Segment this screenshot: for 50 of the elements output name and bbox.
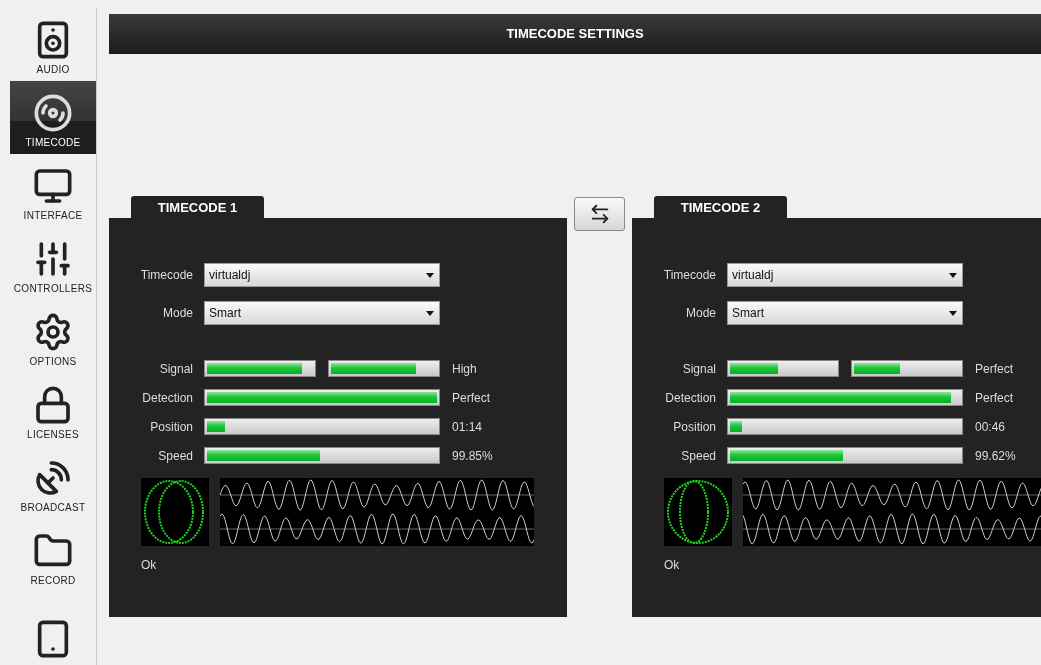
dropdown[interactable]: Smart [727,301,963,325]
sidebar-item[interactable]: OPTIONS [10,300,96,373]
field-label: Mode [684,306,717,320]
sidebar-item[interactable]: INTERFACE [10,154,96,227]
sidebar-icon [33,93,73,133]
meter-reading: 99.85% [452,448,493,463]
sidebar-icon [33,312,73,352]
field-label: Timecode [662,268,717,282]
sidebar-item[interactable]: RECORD [10,519,96,592]
meter-label: Detection [664,390,717,405]
header-title: TIMECODE SETTINGS [506,26,644,41]
meter-reading: Perfect [975,361,1013,376]
caret-icon [949,272,957,278]
sidebar-item[interactable]: AUDIO [10,8,96,81]
field-label: Timecode [139,268,194,282]
meter-reading: 99.62% [975,448,1016,463]
meter-label: Speed [680,448,717,463]
panel-tab-title: TIMECODE 2 [680,199,761,215]
scope-drawing [664,478,732,546]
dropdown[interactable]: Smart [204,301,440,325]
sidebar-icon [33,239,73,279]
meter-reading: 01:14 [452,419,483,434]
caret-icon [949,310,957,316]
sidebar-item[interactable]: CONTROLLERS [10,227,96,300]
status-text: Ok [141,558,158,572]
meter-reading: High [452,361,477,376]
meter-reading: Perfect [975,390,1013,405]
sidebar-item[interactable]: LICENSES [10,373,96,446]
dropdown[interactable]: virtualdj [727,263,963,287]
dropdown[interactable]: virtualdj [204,263,440,287]
scope-drawing [141,478,209,546]
meter-label: Position [672,419,717,434]
sidebar-item[interactable]: TIMECODE [10,81,96,154]
panel-tab-title: TIMECODE 1 [157,199,238,215]
caret-icon [426,272,434,278]
sidebar-icon [33,166,73,206]
sidebar-item[interactable]: BROADCAST [10,446,96,519]
sidebar-icon [33,458,73,498]
meter-reading: 00:46 [975,419,1006,434]
meter-label: Position [149,419,194,434]
sidebar-icon [33,385,73,425]
meter-reading: Perfect [452,390,490,405]
meter-label: Detection [141,390,194,405]
swap-button[interactable] [574,197,625,231]
meter-label: Signal [158,361,194,376]
meter-label: Speed [157,448,194,463]
field-label: Mode [161,306,194,320]
meter-label: Signal [681,361,717,376]
status-text: Ok [664,558,681,572]
caret-icon [426,310,434,316]
